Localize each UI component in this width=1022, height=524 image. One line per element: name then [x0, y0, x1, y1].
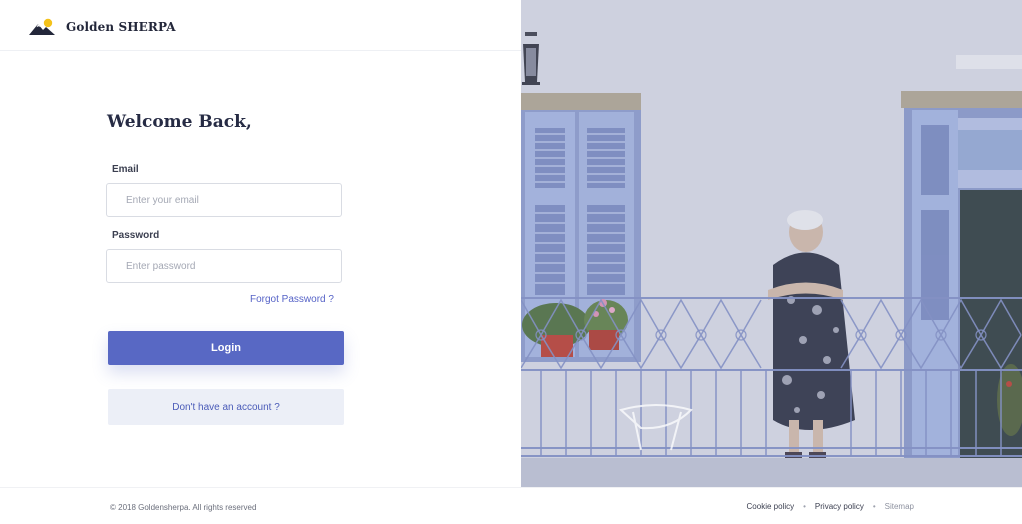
- cookie-policy-link[interactable]: Cookie policy: [747, 502, 795, 511]
- brand-header: Golden SHERPA: [0, 0, 521, 51]
- sitemap-link[interactable]: Sitemap: [885, 502, 914, 511]
- hero-photo: [521, 0, 1022, 487]
- email-field[interactable]: [106, 183, 342, 217]
- forgot-password-link[interactable]: Forgot Password ?: [250, 294, 334, 305]
- balcony-scene-image: [521, 0, 1022, 487]
- password-field[interactable]: [106, 249, 342, 283]
- page-title: Welcome Back,: [107, 112, 252, 132]
- login-button[interactable]: Login: [108, 331, 344, 365]
- mountain-sun-icon: [29, 18, 55, 35]
- separator-dot: •: [803, 502, 806, 511]
- separator-dot: •: [872, 502, 876, 511]
- footer-links: Cookie policy • Privacy policy • Sitemap: [747, 502, 914, 511]
- email-label: Email: [112, 164, 139, 175]
- signup-button[interactable]: Don't have an account ?: [108, 389, 344, 425]
- footer: © 2018 Goldensherpa. All rights reserved…: [0, 487, 1022, 524]
- brand-name: Golden SHERPA: [66, 20, 176, 34]
- privacy-policy-link[interactable]: Privacy policy: [815, 502, 864, 511]
- password-label: Password: [112, 230, 160, 241]
- copyright-text: © 2018 Goldensherpa. All rights reserved: [110, 503, 257, 512]
- login-panel: Golden SHERPA Welcome Back, Email Passwo…: [0, 0, 521, 487]
- login-page: Golden SHERPA Welcome Back, Email Passwo…: [0, 0, 1022, 524]
